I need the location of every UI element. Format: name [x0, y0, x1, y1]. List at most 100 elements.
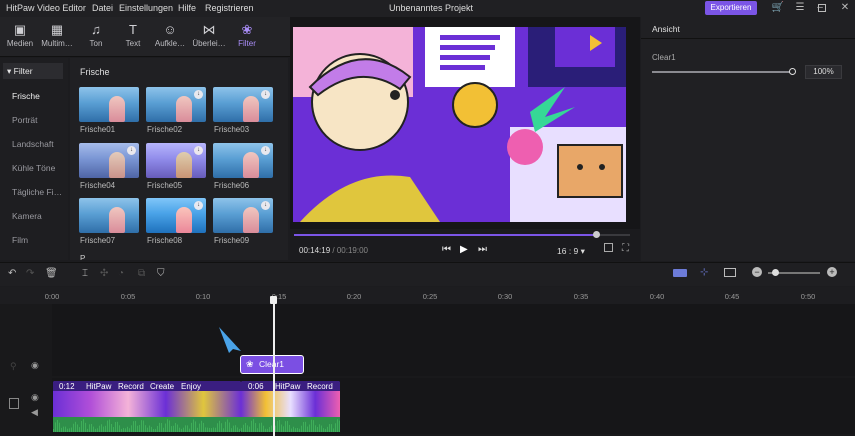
menu-icon[interactable]: ☰ [793, 1, 807, 15]
ruler-tick: 0:05 [120, 292, 136, 301]
track-fit-icon[interactable] [673, 269, 687, 277]
tool-filter[interactable]: ❀ Filter [227, 21, 267, 48]
filter-category-nav: ▾ Filter Frische Porträt Landschaft Kühl… [0, 58, 68, 260]
speed-icon[interactable]: ◔ [118, 268, 124, 279]
aspect-ratio-value: 16 : 9 [557, 246, 579, 256]
download-icon[interactable]: ↓ [261, 146, 270, 155]
tool-ton[interactable]: ♫ Ton [76, 21, 116, 48]
tool-aufkleber[interactable]: ☺ Aufkle… [150, 21, 190, 48]
filter-thumb-frische09[interactable]: ↓ [213, 198, 273, 233]
filter-thumb-frische03[interactable]: ↓ [213, 87, 273, 122]
download-icon[interactable]: ↓ [127, 146, 136, 155]
clip2-duration: 0:06 [248, 382, 264, 391]
shield-icon[interactable]: ⛉ [157, 268, 165, 279]
fit-screen-icon[interactable] [724, 268, 736, 277]
filter-cat-portraet[interactable]: Porträt [12, 115, 38, 125]
split-icon[interactable]: ⌶ [82, 268, 88, 279]
filter-thumb-frische06[interactable]: ↓ [213, 143, 273, 178]
menu-hilfe[interactable]: Hilfe [178, 3, 196, 13]
zoom-handle[interactable] [772, 269, 779, 276]
magnet-icon[interactable]: ⊹ [700, 267, 708, 278]
thumb-label: Frische05 [147, 181, 183, 190]
clip2-label: HitPaw [275, 382, 301, 391]
filter-header[interactable]: ▾ Filter [3, 63, 63, 79]
filter-cat-frische[interactable]: Frische [12, 91, 40, 101]
clip2-label: Record [307, 382, 333, 391]
filter-cat-landschaft[interactable]: Landschaft [12, 139, 54, 149]
filter-thumb-frische01[interactable] [79, 87, 139, 122]
music-note-icon: ♫ [91, 22, 101, 37]
play-icon[interactable]: ▶ [460, 244, 468, 255]
aspect-ratio-select[interactable]: 16 : 9 ▾ [557, 246, 585, 257]
menu-registrieren[interactable]: Registrieren [205, 3, 254, 13]
ruler-tick: 0:10 [195, 292, 211, 301]
tool-medien[interactable]: ▣ Medien [0, 21, 40, 48]
eye-icon[interactable]: ◉ [31, 392, 39, 403]
ruler-tick: 0:40 [649, 292, 665, 301]
maximize-icon[interactable] [818, 4, 826, 12]
move-icon[interactable]: ✣ [100, 268, 108, 279]
tool-text[interactable]: T Text [113, 21, 153, 48]
playhead-handle[interactable] [270, 296, 277, 304]
slider-handle[interactable] [789, 68, 796, 75]
filter-thumb-frische04[interactable]: ↓ [79, 143, 139, 178]
tool-multimedia[interactable]: ▦ Multim… [37, 21, 77, 48]
app-title: HitPaw Video Editor [6, 3, 86, 13]
download-icon[interactable]: ↓ [194, 90, 203, 99]
thumb-label: Frische03 [214, 125, 250, 134]
filter-thumb-frische02[interactable]: ↓ [146, 87, 206, 122]
filter-cat-kuehle-toene[interactable]: Kühle Töne [12, 163, 55, 173]
undo-icon[interactable]: ↶ [8, 268, 16, 279]
menu-datei[interactable]: Datei [92, 3, 113, 13]
zoom-in-icon[interactable]: + [827, 267, 837, 277]
download-icon[interactable]: ↓ [261, 201, 270, 210]
redo-icon[interactable]: ↷ [26, 268, 34, 279]
menu-einstellungen[interactable]: Einstellungen [119, 3, 173, 13]
audio-waveform [53, 419, 340, 432]
thumb-label: Frische08 [147, 236, 183, 245]
grid-title: Frische [80, 67, 110, 77]
filter-cat-taegliche[interactable]: Tägliche Fi… [12, 187, 62, 197]
transition-icon: ⋈ [202, 22, 216, 37]
multimedia-icon: ▦ [50, 22, 64, 37]
filter-thumb-frische07[interactable] [79, 198, 139, 233]
intensity-slider[interactable] [652, 71, 793, 73]
ruler-tick: 0:50 [800, 292, 816, 301]
chevron-down-icon: ▾ [7, 66, 14, 76]
ruler-tick: 0:00 [44, 292, 60, 301]
previous-frame-icon[interactable]: ⏮ [442, 244, 451, 255]
cart-icon[interactable]: 🛒 [771, 1, 785, 15]
fullscreen-icon[interactable]: ⛶ [622, 243, 629, 254]
thumb-label: Frische04 [80, 181, 116, 190]
playhead[interactable] [273, 296, 275, 436]
filter-thumb-frische05[interactable]: ↓ [146, 143, 206, 178]
preview-frame [293, 27, 626, 222]
download-icon[interactable]: ↓ [194, 201, 203, 210]
timeline-ruler[interactable]: 0:00 0:05 0:10 0:15 0:20 0:25 0:30 0:35 … [0, 287, 855, 304]
filter-thumb-frische08[interactable]: ↓ [146, 198, 206, 233]
thumb-label: Frische09 [214, 236, 250, 245]
delete-icon[interactable]: 🗑 [45, 268, 58, 279]
progress-handle[interactable] [593, 231, 601, 238]
filter-cat-kamera[interactable]: Kamera [12, 211, 42, 221]
eye-icon[interactable]: ◉ [31, 360, 39, 371]
filter-icon: ❀ [241, 22, 253, 37]
close-icon[interactable]: ✕ [838, 1, 852, 15]
filter-icon: ❀ [246, 359, 254, 369]
speaker-icon[interactable]: ◀ [31, 407, 38, 418]
crop-clip-icon[interactable]: ⧉ [138, 268, 145, 279]
export-button[interactable]: Exportieren [705, 1, 757, 15]
intensity-value[interactable]: 100% [805, 65, 842, 79]
lock-icon[interactable]: ⚲ [10, 361, 17, 372]
filter-cat-film[interactable]: Film [12, 235, 28, 245]
zoom-out-icon[interactable]: − [752, 267, 762, 277]
next-frame-icon[interactable]: ⏭ [478, 244, 487, 255]
crop-icon[interactable] [604, 243, 613, 252]
media-icon: ▣ [13, 22, 27, 37]
arrow-pointer [219, 327, 241, 353]
thumb-label: Frische06 [214, 181, 250, 190]
video-preview[interactable] [290, 17, 640, 261]
download-icon[interactable]: ↓ [194, 146, 203, 155]
tool-uebergang[interactable]: ⋈ Überlei… [189, 21, 229, 48]
download-icon[interactable]: ↓ [261, 90, 270, 99]
